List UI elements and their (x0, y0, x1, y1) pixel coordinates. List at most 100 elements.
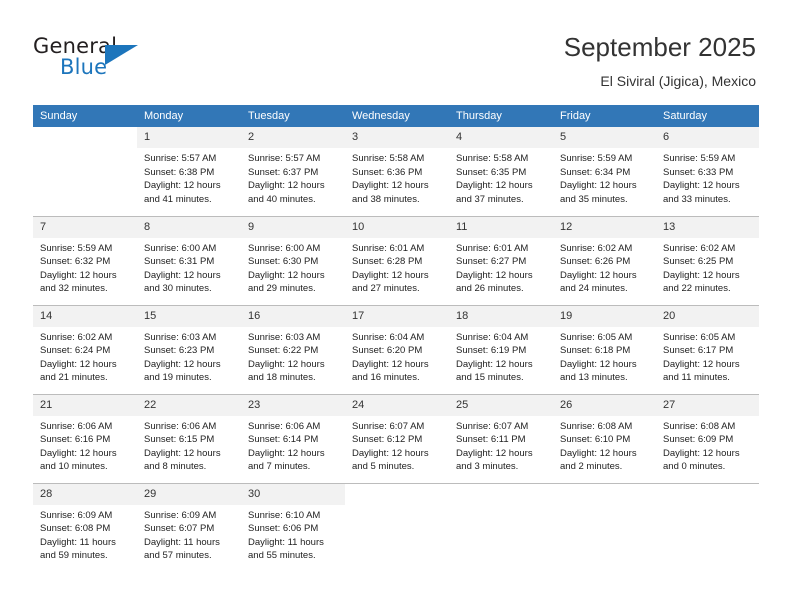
calendar-day-cell[interactable]: 21 Sunrise: 6:06 AM Sunset: 6:16 PM Dayligh… (33, 393, 137, 483)
weekday-header-wednesday: Wednesday (345, 105, 449, 127)
daylight-text-line1: Daylight: 12 hours (248, 269, 325, 281)
daylight-text-line1: Daylight: 12 hours (560, 180, 637, 192)
day-details: Sunrise: 6:06 AM Sunset: 6:14 PM Daylight:… (241, 416, 345, 474)
calendar-day-cell[interactable]: 20 Sunrise: 6:05 AM Sunset: 6:17 PM Dayligh… (656, 304, 759, 394)
logo-triangle-icon (105, 45, 138, 65)
daylight-text-line2: and 13 minutes. (560, 372, 628, 384)
calendar-day-cell[interactable]: 11 Sunrise: 6:01 AM Sunset: 6:27 PM Dayligh… (449, 215, 553, 305)
general-blue-logo[interactable]: General Blue (33, 34, 213, 84)
calendar-day-cell[interactable]: 7 Sunrise: 5:59 AM Sunset: 6:32 PM Daylight… (33, 215, 137, 305)
sunset-text: Sunset: 6:36 PM (352, 166, 423, 178)
day-details (656, 505, 759, 509)
calendar-day-cell[interactable]: 1 Sunrise: 5:57 AM Sunset: 6:38 PM Daylight… (137, 127, 241, 216)
calendar-day-cell[interactable]: 5 Sunrise: 5:59 AM Sunset: 6:34 PM Daylight… (553, 127, 656, 216)
sunset-text: Sunset: 6:14 PM (248, 434, 319, 446)
daylight-text-line2: and 0 minutes. (663, 461, 726, 473)
sunset-text: Sunset: 6:15 PM (144, 434, 215, 446)
calendar-day-cell[interactable]: 15 Sunrise: 6:03 AM Sunset: 6:23 PM Dayligh… (137, 304, 241, 394)
calendar-day-cell[interactable]: 14 Sunrise: 6:02 AM Sunset: 6:24 PM Dayligh… (33, 304, 137, 394)
sunrise-text: Sunrise: 5:59 AM (560, 153, 633, 164)
calendar-day-cell[interactable]: 25 Sunrise: 6:07 AM Sunset: 6:11 PM Dayligh… (449, 393, 553, 483)
day-number: 20 (656, 305, 759, 327)
calendar-day-cell[interactable]: 23 Sunrise: 6:06 AM Sunset: 6:14 PM Dayligh… (241, 393, 345, 483)
page-header: General Blue September 2025 El Siviral (… (0, 0, 792, 104)
sunrise-text: Sunrise: 6:00 AM (248, 242, 321, 254)
daylight-text-line2: and 16 minutes. (352, 372, 420, 384)
calendar-day-cell[interactable]: 2 Sunrise: 5:57 AM Sunset: 6:37 PM Daylight… (241, 127, 345, 216)
calendar-day-cell[interactable]: 6 Sunrise: 5:59 AM Sunset: 6:33 PM Daylight… (656, 127, 759, 216)
weekday-header-saturday: Saturday (656, 105, 759, 127)
calendar-day-cell[interactable]: 8 Sunrise: 6:00 AM Sunset: 6:31 PM Daylight… (137, 215, 241, 305)
day-details: Sunrise: 5:59 AM Sunset: 6:34 PM Daylight:… (553, 148, 656, 206)
calendar-day-cell[interactable]: 9 Sunrise: 6:00 AM Sunset: 6:30 PM Daylight… (241, 215, 345, 305)
day-details (449, 505, 553, 509)
day-details: Sunrise: 6:08 AM Sunset: 6:10 PM Daylight:… (553, 416, 656, 474)
calendar-day-cell[interactable]: 16 Sunrise: 6:03 AM Sunset: 6:22 PM Dayligh… (241, 304, 345, 394)
daylight-text-line1: Daylight: 12 hours (456, 447, 533, 459)
day-details: Sunrise: 5:57 AM Sunset: 6:37 PM Daylight:… (241, 148, 345, 206)
day-number: 6 (656, 127, 759, 148)
calendar-cell-empty (345, 482, 449, 572)
sunrise-text: Sunrise: 6:04 AM (352, 331, 425, 343)
day-number: 4 (449, 127, 553, 148)
day-number: 5 (553, 127, 656, 148)
day-details: Sunrise: 5:59 AM Sunset: 6:32 PM Daylight:… (33, 238, 137, 296)
sunrise-text: Sunrise: 6:08 AM (663, 420, 736, 432)
day-number: 17 (345, 305, 449, 327)
page-subtitle: El Siviral (Jigica), Mexico (600, 73, 756, 89)
day-number: 25 (449, 394, 553, 416)
sunset-text: Sunset: 6:12 PM (352, 434, 423, 446)
calendar-day-cell[interactable]: 17 Sunrise: 6:04 AM Sunset: 6:20 PM Dayligh… (345, 304, 449, 394)
daylight-text-line2: and 11 minutes. (663, 372, 730, 384)
day-number: 22 (137, 394, 241, 416)
calendar-body: 1 Sunrise: 5:57 AM Sunset: 6:38 PM Daylight… (33, 127, 759, 572)
daylight-text-line1: Daylight: 12 hours (352, 180, 429, 192)
calendar-day-cell[interactable]: 3 Sunrise: 5:58 AM Sunset: 6:36 PM Daylight… (345, 127, 449, 216)
calendar-cell-empty (553, 482, 656, 572)
sunrise-text: Sunrise: 6:05 AM (560, 331, 633, 343)
daylight-text-line1: Daylight: 12 hours (352, 447, 429, 459)
calendar-day-cell[interactable]: 29 Sunrise: 6:09 AM Sunset: 6:07 PM Dayligh… (137, 482, 241, 572)
calendar-day-cell[interactable]: 19 Sunrise: 6:05 AM Sunset: 6:18 PM Dayligh… (553, 304, 656, 394)
sunrise-text: Sunrise: 5:57 AM (248, 153, 321, 164)
day-number: 11 (449, 216, 553, 238)
logo-text-blue: Blue (60, 55, 108, 79)
calendar-day-cell[interactable]: 10 Sunrise: 6:01 AM Sunset: 6:28 PM Dayligh… (345, 215, 449, 305)
sunset-text: Sunset: 6:31 PM (144, 256, 215, 268)
sunset-text: Sunset: 6:38 PM (144, 166, 215, 178)
sunset-text: Sunset: 6:08 PM (40, 523, 111, 535)
day-details: Sunrise: 5:57 AM Sunset: 6:38 PM Daylight:… (137, 148, 241, 206)
calendar-week-row: 28 Sunrise: 6:09 AM Sunset: 6:08 PM Dayligh… (33, 482, 759, 572)
sunrise-text: Sunrise: 5:57 AM (144, 153, 217, 164)
daylight-text-line1: Daylight: 12 hours (248, 358, 325, 370)
daylight-text-line2: and 24 minutes. (560, 283, 628, 295)
calendar-day-cell[interactable]: 27 Sunrise: 6:08 AM Sunset: 6:09 PM Dayligh… (656, 393, 759, 483)
daylight-text-line1: Daylight: 12 hours (560, 447, 637, 459)
daylight-text-line2: and 2 minutes. (560, 461, 623, 473)
sunset-text: Sunset: 6:27 PM (456, 256, 527, 268)
calendar-day-cell[interactable]: 28 Sunrise: 6:09 AM Sunset: 6:08 PM Dayligh… (33, 482, 137, 572)
day-details: Sunrise: 6:02 AM Sunset: 6:24 PM Daylight:… (33, 327, 137, 385)
calendar-day-cell[interactable]: 26 Sunrise: 6:08 AM Sunset: 6:10 PM Dayligh… (553, 393, 656, 483)
calendar-day-cell[interactable]: 22 Sunrise: 6:06 AM Sunset: 6:15 PM Dayligh… (137, 393, 241, 483)
calendar-day-cell[interactable]: 18 Sunrise: 6:04 AM Sunset: 6:19 PM Dayligh… (449, 304, 553, 394)
weekday-header-monday: Monday (137, 105, 241, 127)
calendar-day-cell[interactable]: 4 Sunrise: 5:58 AM Sunset: 6:35 PM Daylight… (449, 127, 553, 216)
sunrise-text: Sunrise: 6:01 AM (456, 242, 529, 254)
sunrise-text: Sunrise: 6:03 AM (144, 331, 217, 343)
sunset-text: Sunset: 6:10 PM (560, 434, 631, 446)
calendar-day-cell[interactable]: 30 Sunrise: 6:10 AM Sunset: 6:06 PM Dayligh… (241, 482, 345, 572)
calendar-table: Sunday Monday Tuesday Wednesday Thursday… (33, 105, 759, 572)
day-number: 2 (241, 127, 345, 148)
calendar-day-cell[interactable]: 24 Sunrise: 6:07 AM Sunset: 6:12 PM Dayligh… (345, 393, 449, 483)
day-number: 29 (137, 483, 241, 505)
sunset-text: Sunset: 6:30 PM (248, 256, 319, 268)
daylight-text-line1: Daylight: 12 hours (663, 180, 740, 192)
calendar-day-cell[interactable]: 12 Sunrise: 6:02 AM Sunset: 6:26 PM Dayligh… (553, 215, 656, 305)
day-details (33, 148, 137, 152)
daylight-text-line1: Daylight: 12 hours (456, 180, 533, 192)
day-details: Sunrise: 6:09 AM Sunset: 6:07 PM Daylight:… (137, 505, 241, 563)
calendar-day-cell[interactable]: 13 Sunrise: 6:02 AM Sunset: 6:25 PM Dayligh… (656, 215, 759, 305)
daylight-text-line1: Daylight: 12 hours (144, 269, 221, 281)
daylight-text-line2: and 18 minutes. (248, 372, 316, 384)
